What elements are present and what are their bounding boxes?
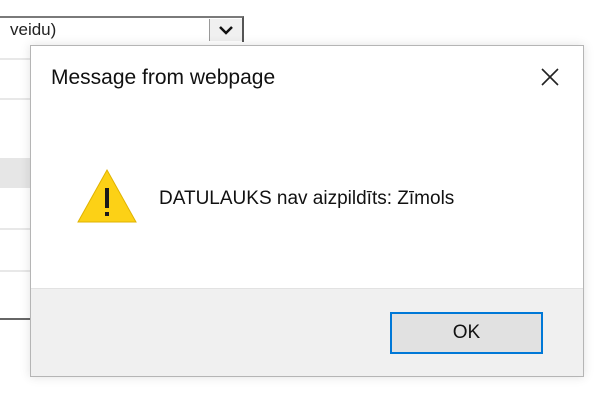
close-button[interactable] — [535, 62, 565, 92]
background-select-value: veidu) — [10, 20, 57, 39]
warning-icon — [77, 168, 137, 223]
dialog-message: DATULAUKS nav aizpildīts: Zīmols — [159, 188, 455, 209]
message-dialog: Message from webpage DATULAUKS nav aizpi… — [30, 45, 584, 377]
ok-button[interactable]: OK — [390, 312, 543, 354]
dialog-footer: OK — [31, 288, 583, 376]
background-select[interactable]: veidu) — [0, 16, 244, 42]
close-icon — [541, 68, 559, 86]
chevron-down-icon[interactable] — [209, 19, 242, 41]
dialog-title: Message from webpage — [51, 66, 276, 89]
background-row — [0, 158, 30, 188]
